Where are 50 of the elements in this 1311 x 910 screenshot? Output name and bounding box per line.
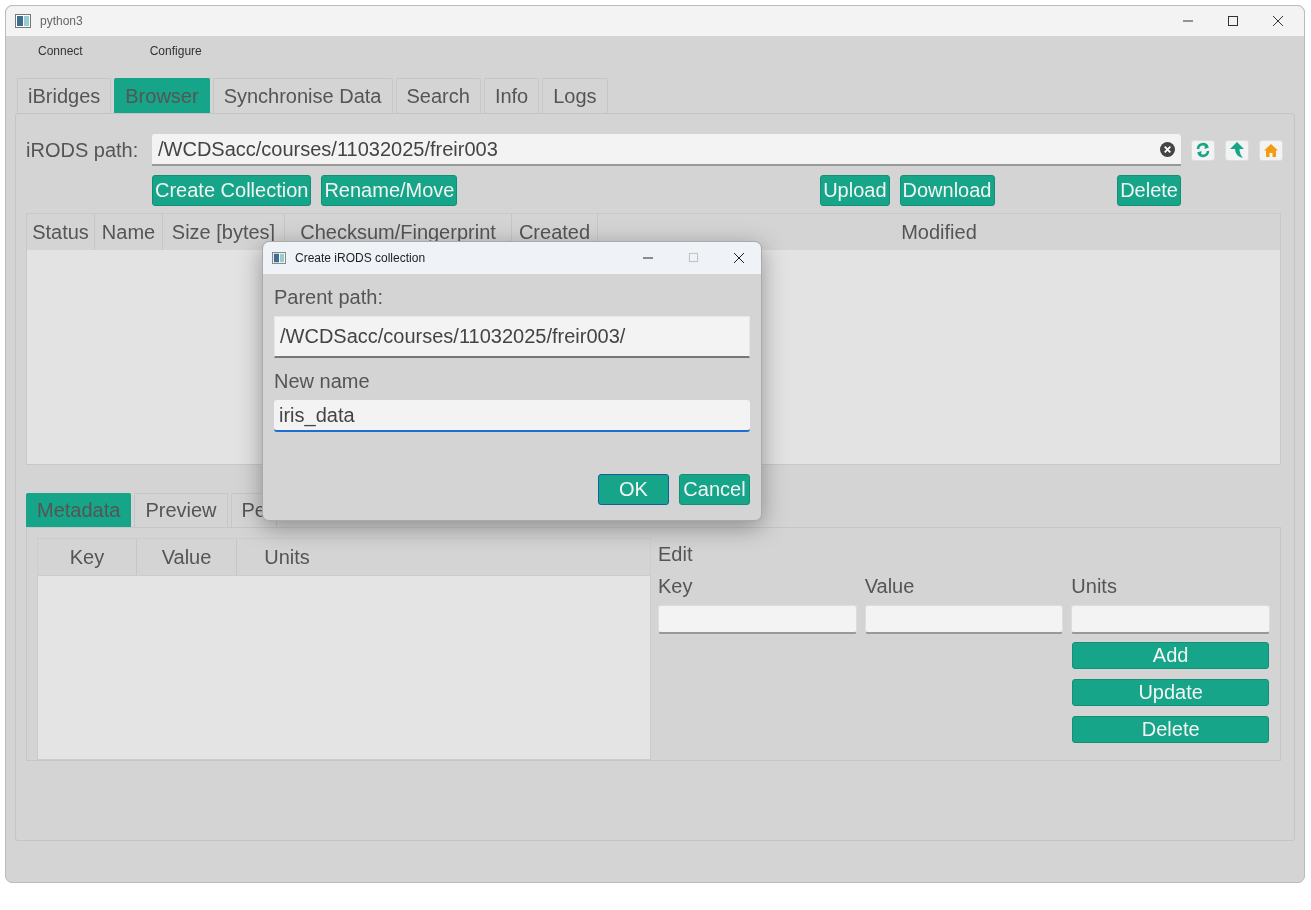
metadata-button[interactable]: Add xyxy=(1072,642,1269,669)
field-label: Key xyxy=(658,575,694,599)
action-button[interactable]: Create Collection xyxy=(152,175,312,206)
action-button[interactable]: Download xyxy=(899,175,995,206)
tab[interactable]: iBridges xyxy=(17,78,112,113)
refresh-button[interactable] xyxy=(1191,139,1215,161)
field-label: Value xyxy=(864,575,916,599)
metadata-button[interactable]: Delete xyxy=(1072,716,1269,743)
clear-icon[interactable] xyxy=(1160,141,1175,157)
close-icon[interactable] xyxy=(733,252,745,264)
app-icon xyxy=(15,14,31,28)
action-button[interactable]: Rename/Move xyxy=(321,175,458,206)
metadata-button[interactable]: Update xyxy=(1072,679,1269,706)
app-icon xyxy=(272,252,286,264)
column-header[interactable]: Modified xyxy=(598,214,1280,250)
path-field[interactable]: /WCDSacc/courses/11032025/freir003 xyxy=(152,134,1181,166)
tab[interactable]: Synchronise Data xyxy=(212,78,393,113)
up-arrow-icon xyxy=(1229,141,1245,159)
menu-item[interactable]: Configure xyxy=(149,44,202,58)
refresh-icon xyxy=(1195,142,1211,158)
edit-heading: Edit xyxy=(658,543,694,566)
parent-path-field[interactable]: /WCDSacc/courses/11032025/freir003/ xyxy=(274,316,750,358)
action-button[interactable]: Upload xyxy=(820,175,890,206)
field-label: Parent path: xyxy=(274,286,384,310)
column-header[interactable]: Key xyxy=(38,539,137,575)
column-header[interactable]: Value xyxy=(137,539,237,575)
home-button[interactable] xyxy=(1259,139,1283,161)
window-title: python3 xyxy=(40,14,83,28)
tab[interactable]: Info xyxy=(483,78,540,113)
menu-item[interactable]: Connect xyxy=(38,44,83,58)
path-label: iRODS path: xyxy=(26,138,140,162)
dialog-title: Create iRODS collection xyxy=(295,251,426,265)
action-button[interactable]: Delete xyxy=(1117,175,1181,206)
input-field[interactable] xyxy=(1071,605,1270,634)
tab[interactable]: Search xyxy=(395,78,481,113)
dialog-button[interactable]: OK xyxy=(598,474,669,505)
close-icon[interactable] xyxy=(1272,15,1284,27)
field-label: New name xyxy=(274,370,371,394)
tab[interactable]: Logs xyxy=(542,78,608,113)
column-header[interactable]: Units xyxy=(237,539,337,575)
tab[interactable]: Preview xyxy=(134,493,228,527)
field-label: Units xyxy=(1071,575,1118,599)
maximize-icon xyxy=(688,252,699,263)
dialog-button[interactable]: Cancel xyxy=(679,474,750,505)
home-icon xyxy=(1264,143,1278,157)
input-field[interactable] xyxy=(658,605,857,634)
input-field[interactable] xyxy=(864,605,1064,634)
maximize-icon[interactable] xyxy=(1227,15,1239,27)
up-button[interactable] xyxy=(1225,139,1249,161)
name-input-field[interactable]: iris_data xyxy=(274,400,750,432)
